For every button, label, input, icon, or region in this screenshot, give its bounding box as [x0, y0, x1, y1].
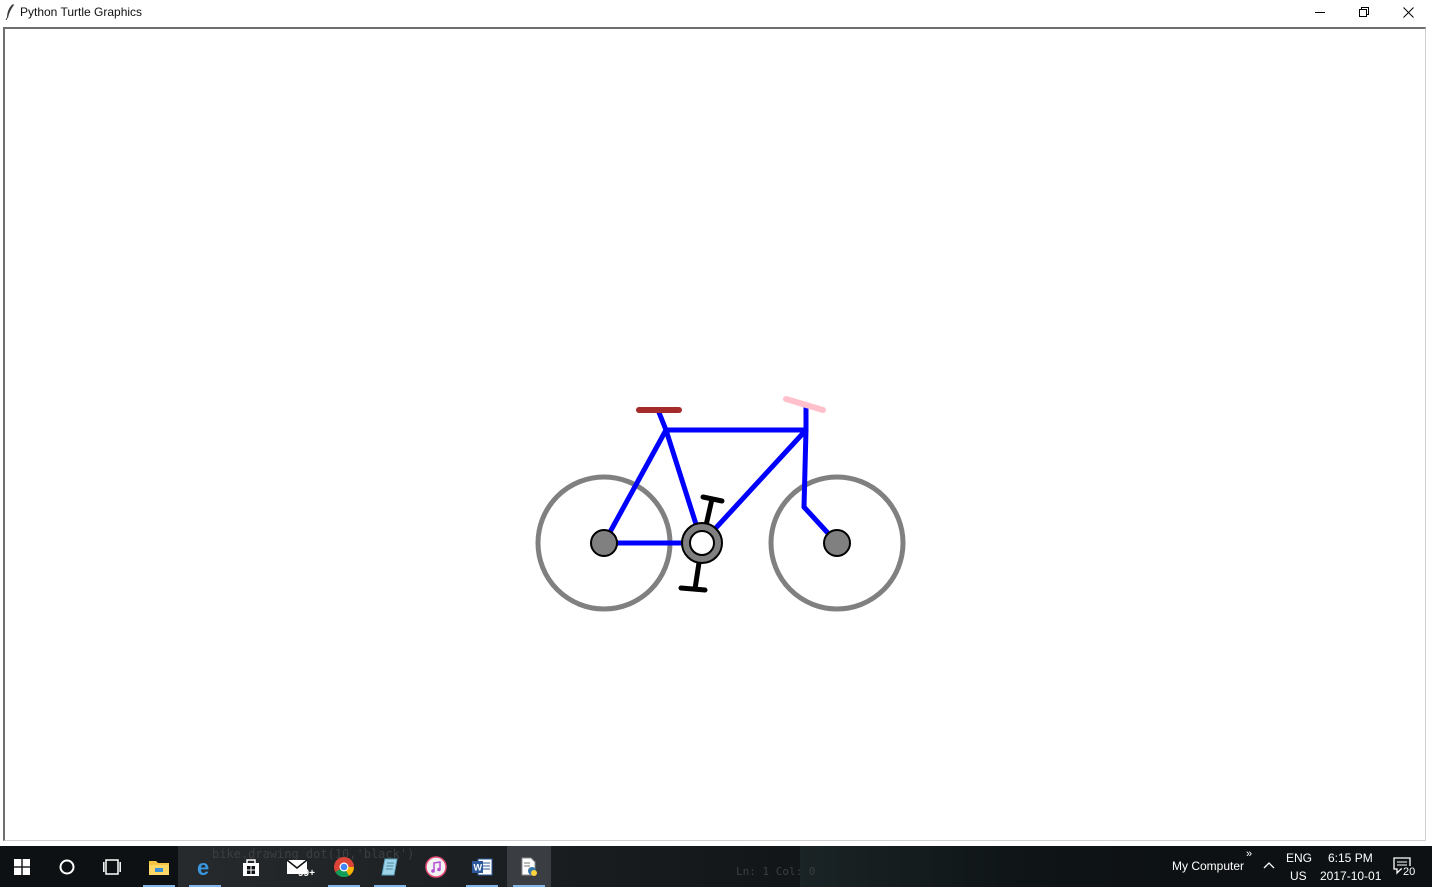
svg-text:e: e [197, 857, 209, 877]
search-circle-icon [59, 859, 75, 874]
file-explorer-icon [149, 860, 169, 875]
python-idle-icon [521, 857, 537, 876]
cortana-button[interactable] [45, 846, 89, 887]
background-status: Ln: 1 Col: 0 [736, 865, 816, 878]
taskbar-edge[interactable]: e [183, 846, 227, 887]
bicycle-drawing [535, 396, 906, 612]
task-view-button[interactable] [90, 846, 134, 887]
turtle-canvas[interactable] [3, 27, 1426, 841]
turtle-feather-icon [5, 4, 14, 20]
taskbar-itunes[interactable] [414, 846, 458, 887]
chainring-hole [689, 530, 715, 556]
toolbar-overflow-chevron[interactable]: » [1246, 848, 1252, 860]
clock[interactable]: 6:15 PM 2017-10-01 [1316, 846, 1388, 887]
clock-time: 6:15 PM [1328, 851, 1373, 865]
mail-badge: 99+ [298, 868, 315, 879]
show-hidden-icons-button[interactable] [1262, 859, 1276, 873]
bike-frame [601, 404, 840, 546]
taskbar-mail[interactable]: 99+ [276, 846, 320, 887]
start-button[interactable] [0, 846, 44, 887]
notepad-icon [381, 858, 398, 875]
notification-count: 20 [1402, 866, 1417, 878]
clock-date: 2017-10-01 [1320, 869, 1382, 883]
task-view-icon [103, 858, 121, 875]
action-center-button[interactable]: 20 [1390, 854, 1418, 880]
my-computer-label[interactable]: My Computer [1172, 859, 1244, 873]
taskbar-word[interactable]: W [460, 846, 504, 887]
chrome-icon [334, 856, 355, 877]
region-code: US [1290, 869, 1307, 883]
window-title-bar[interactable]: Python Turtle Graphics [0, 0, 1432, 24]
word-icon: W [472, 858, 493, 875]
restore-button[interactable] [1342, 0, 1386, 24]
close-button[interactable] [1386, 0, 1430, 24]
minimize-button[interactable] [1298, 0, 1342, 24]
svg-text:W: W [474, 862, 483, 872]
taskbar-store[interactable] [229, 846, 273, 887]
taskbar-notepad[interactable] [368, 846, 412, 887]
itunes-icon [425, 855, 447, 878]
chevron-up-icon [1263, 862, 1275, 869]
taskbar-chrome[interactable] [322, 846, 366, 887]
close-icon [1402, 6, 1414, 18]
restore-icon [1359, 7, 1369, 17]
front-hub [823, 529, 851, 557]
window-title: Python Turtle Graphics [20, 5, 143, 19]
minimize-icon [1315, 12, 1325, 13]
taskbar-python-idle[interactable] [507, 846, 551, 887]
background-wallpaper [800, 846, 1170, 887]
taskbar-file-explorer[interactable] [137, 846, 181, 887]
input-language-indicator[interactable]: ENG US [1282, 846, 1314, 887]
edge-icon: e [197, 857, 209, 877]
language-code: ENG [1286, 851, 1313, 865]
taskbar: bike.drawing_dot(10,'black') Ln: 1 Col: … [0, 846, 1432, 887]
rear-hub [590, 529, 618, 557]
store-icon [243, 858, 259, 876]
windows-start-icon [14, 858, 30, 875]
